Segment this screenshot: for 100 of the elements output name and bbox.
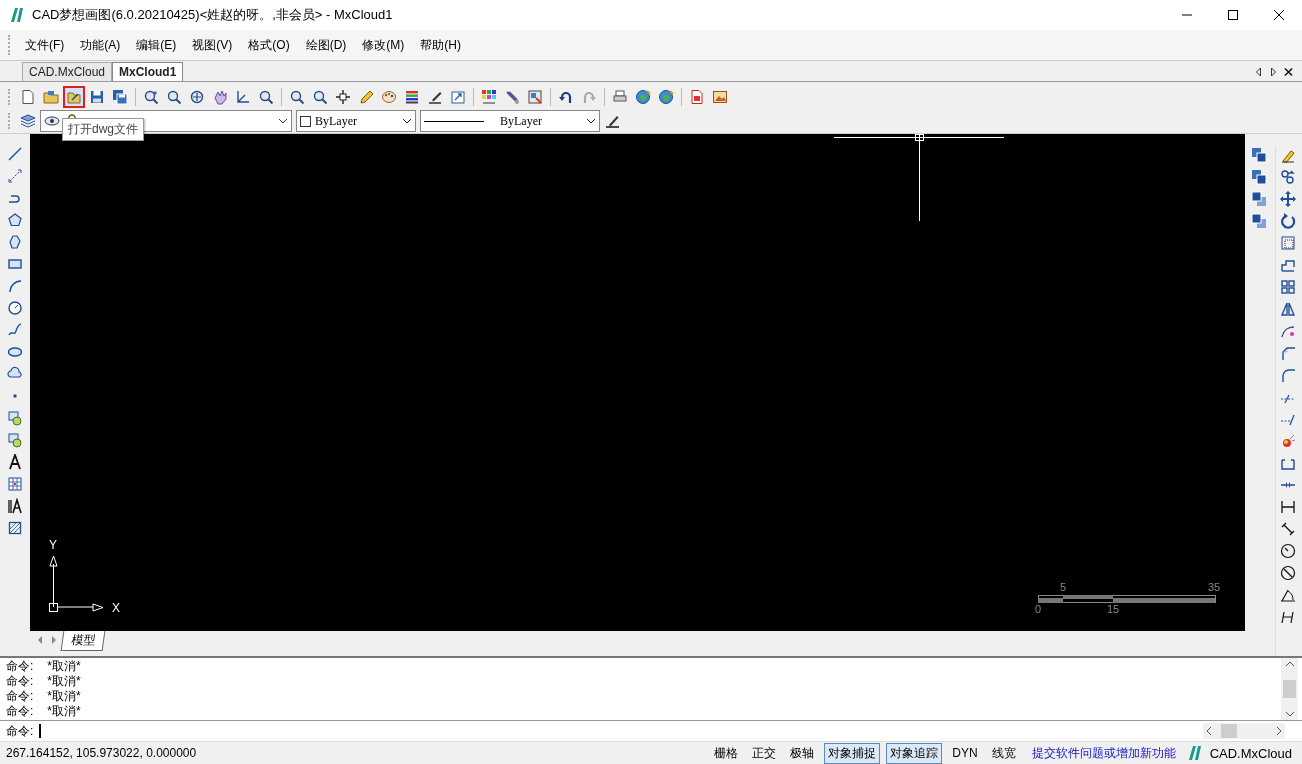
bring-forward-icon[interactable] [1251, 169, 1267, 185]
hatch-icon[interactable] [7, 520, 23, 536]
menu-item[interactable]: 修改(M) [355, 36, 412, 54]
undo-icon [558, 89, 574, 105]
menu-item[interactable]: 视图(V) [185, 36, 240, 54]
layers-icon[interactable] [20, 113, 36, 129]
tooltip: 打开dwg文件 [62, 118, 144, 141]
fillet-icon[interactable] [1280, 345, 1296, 361]
command-prompt: 命令: [6, 703, 34, 718]
close-tab-icon[interactable] [1284, 67, 1293, 77]
aligned-dimension-icon[interactable] [1280, 521, 1296, 537]
coordinates: 267.164152, 105.973022, 0.000000 [6, 746, 197, 760]
status-toggle[interactable]: 极轴 [786, 742, 819, 764]
status-toggle[interactable]: 线宽 [987, 742, 1020, 764]
block-icon[interactable] [7, 432, 23, 448]
caret-icon [586, 118, 596, 124]
linetype-dropdown[interactable]: ByLayer [420, 110, 600, 132]
vertical-scrollbar[interactable] [1281, 658, 1298, 720]
stretch-icon[interactable] [1280, 323, 1296, 339]
status-toggle[interactable]: 栅格 [710, 742, 743, 764]
chamfer-icon[interactable] [1280, 367, 1296, 383]
polygon-icon[interactable] [7, 234, 23, 250]
redo-icon [581, 89, 597, 105]
properties-icon [527, 89, 543, 105]
spline-icon[interactable] [7, 322, 23, 338]
multiline-text-icon[interactable] [7, 498, 23, 514]
status-toggle[interactable]: 对象追踪 [886, 742, 943, 764]
hand-icon [212, 89, 228, 105]
zoom-previous-icon [289, 89, 305, 105]
scroll-left-icon[interactable] [36, 635, 44, 645]
angle-dimension-icon[interactable] [1280, 587, 1296, 603]
array-icon[interactable] [1280, 279, 1296, 295]
caret-icon [402, 118, 412, 124]
zoom-window-icon [166, 89, 182, 105]
mirror-icon[interactable] [1280, 301, 1296, 317]
menu-item[interactable]: 绘图(D) [298, 36, 354, 54]
pentagon-icon[interactable] [7, 212, 23, 228]
zoom-icon [258, 89, 274, 105]
crosshair-icon [335, 89, 351, 105]
menu-item[interactable]: 功能(A) [73, 36, 128, 54]
explode-icon[interactable] [1280, 433, 1296, 449]
status-toggle[interactable]: 对象捕捉 [824, 742, 881, 764]
scroll-right-icon[interactable] [50, 635, 58, 645]
linear-dimension-icon[interactable] [1280, 499, 1296, 515]
rotate-icon[interactable] [1280, 213, 1296, 229]
radius-dimension-icon[interactable] [1280, 543, 1296, 559]
maximize-icon [1227, 9, 1239, 21]
menu-item[interactable]: 编辑(E) [129, 36, 184, 54]
menu-item[interactable]: 帮助(H) [413, 36, 468, 54]
scroll-down-icon[interactable] [1284, 711, 1295, 717]
menu-item[interactable]: 文件(F) [18, 36, 72, 54]
horizontal-scrollbar[interactable] [1203, 723, 1285, 739]
send-back-icon[interactable] [1251, 191, 1267, 207]
circle-icon[interactable] [7, 300, 23, 316]
scroll-right-icon[interactable] [1276, 726, 1282, 736]
line-tool-icon[interactable] [7, 146, 23, 162]
ucs-axes-icon [49, 555, 104, 612]
status-toggle[interactable]: 正交 [748, 742, 781, 764]
layout-tab[interactable]: 模型 [60, 631, 106, 651]
command-prompt: 命令: [6, 673, 34, 688]
ellipse-icon[interactable] [7, 344, 23, 360]
scale-label: 5 [1060, 581, 1067, 593]
arc-icon[interactable] [7, 278, 23, 294]
open-file-icon [66, 89, 82, 105]
offset-icon[interactable] [1280, 257, 1296, 273]
pen-line-icon [427, 89, 443, 105]
lineweight-icon[interactable] [604, 113, 620, 129]
tab-right-icon[interactable] [1269, 67, 1278, 77]
status-toggle[interactable]: DYN [948, 744, 982, 762]
text-tool-icon[interactable] [7, 454, 23, 470]
eye-icon [44, 113, 60, 129]
open-file-button[interactable] [63, 86, 85, 108]
block-insert-icon[interactable] [7, 410, 23, 426]
command-prompt: 命令: [6, 688, 34, 703]
bring-front-icon[interactable] [1251, 147, 1267, 163]
send-backward-icon[interactable] [1251, 213, 1267, 229]
rectangle-icon[interactable] [7, 256, 23, 272]
command-output: *取消* [47, 658, 81, 673]
document-tab[interactable]: CAD.MxCloud [22, 62, 113, 81]
continue-dimension-icon[interactable] [1280, 609, 1296, 625]
scale-icon[interactable] [1280, 235, 1296, 251]
command-prompt: 命令: [6, 722, 34, 740]
document-tab[interactable]: MxCloud1 [112, 62, 184, 81]
dimension-line-icon[interactable] [7, 168, 23, 184]
pdf-icon [689, 89, 705, 105]
diameter-dimension-icon[interactable] [1280, 565, 1296, 581]
menu-item[interactable]: 格式(O) [241, 36, 297, 54]
palette-icon [381, 89, 397, 105]
tab-left-icon[interactable] [1254, 67, 1263, 77]
scroll-up-icon[interactable] [1284, 661, 1295, 667]
copy-icon[interactable] [1280, 169, 1296, 185]
scroll-left-icon[interactable] [1206, 726, 1212, 736]
move-icon[interactable] [1280, 191, 1296, 207]
feedback-link[interactable]: 提交软件问题或增加新功能 [1031, 744, 1176, 762]
color-dropdown[interactable]: ByLayer [296, 110, 416, 132]
table-icon[interactable] [7, 476, 23, 492]
pencil-icon [358, 89, 374, 105]
new-file-icon [20, 89, 36, 105]
open-folder-icon [43, 89, 59, 105]
close-icon [1273, 9, 1285, 21]
